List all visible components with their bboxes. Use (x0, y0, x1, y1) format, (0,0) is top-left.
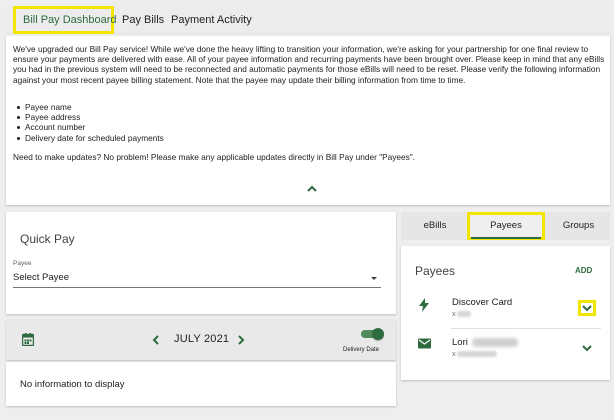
tab-groups[interactable]: Groups (547, 212, 610, 240)
activity-empty-card: No information to display (6, 362, 396, 406)
notice-update-text: Need to make updates? No problem! Please… (13, 152, 416, 162)
quick-pay-card: Quick Pay Payee Select Payee (6, 212, 396, 314)
notice-list-item: Delivery date for scheduled payments (13, 133, 313, 143)
expand-payee-button[interactable] (578, 300, 596, 316)
payees-card: Payees ADD Discover Card x Lori x (401, 246, 610, 380)
quick-pay-title: Quick Pay (20, 232, 75, 246)
payee-name: Lori (452, 337, 518, 348)
payee-item-discover-card[interactable]: Discover Card x (401, 290, 610, 328)
chevron-up-icon[interactable] (306, 184, 318, 194)
tab-pay-bills[interactable]: Pay Bills (122, 6, 164, 34)
expand-payee-button[interactable] (578, 340, 596, 356)
payee-account-masked: x (452, 349, 497, 358)
chevron-down-icon (582, 345, 592, 352)
chevron-left-icon[interactable] (151, 334, 161, 346)
payee-item-lori[interactable]: Lori x (401, 330, 610, 368)
notice-intro-text: We've upgraded our Bill Pay service! Whi… (13, 44, 605, 85)
payee-account-masked: x (452, 309, 471, 318)
payee-divider (451, 328, 601, 329)
notice-list-item: Account number (13, 122, 313, 132)
tab-payees[interactable]: Payees (467, 212, 545, 240)
delivery-date-toggle[interactable] (361, 328, 384, 340)
current-month-label: JULY 2021 (174, 333, 230, 345)
payees-title: Payees (415, 264, 456, 278)
payee-select[interactable]: Select Payee (13, 270, 381, 288)
notice-list-item: Payee address (13, 112, 313, 122)
envelope-icon (418, 338, 431, 350)
calendar-icon[interactable] (22, 333, 34, 346)
active-tab-indicator (471, 237, 541, 239)
chevron-right-icon[interactable] (236, 334, 246, 346)
payee-name: Discover Card (452, 297, 513, 308)
upgrade-notice-card: We've upgraded our Bill Pay service! Whi… (6, 36, 610, 205)
chevron-down-icon (582, 305, 592, 312)
tab-payment-activity[interactable]: Payment Activity (171, 6, 252, 34)
dropdown-arrow-icon (371, 277, 377, 280)
notice-list-item: Payee name (13, 102, 313, 112)
main-tab-bar: Bill Pay Dashboard Pay Bills Payment Act… (6, 6, 610, 34)
calendar-month-bar: JULY 2021 Delivery Date (6, 320, 396, 360)
empty-state-text: No information to display (20, 379, 125, 390)
payee-select-value: Select Payee (13, 272, 69, 283)
tab-ebills[interactable]: eBills (401, 212, 469, 240)
delivery-date-label: Delivery Date (343, 347, 380, 353)
tab-bill-pay-dashboard[interactable]: Bill Pay Dashboard (13, 6, 117, 34)
notice-checklist: Payee name Payee address Account number … (13, 102, 313, 143)
toggle-knob (372, 328, 384, 340)
bolt-icon (418, 298, 430, 312)
payee-field-label: Payee (13, 260, 32, 267)
payee-tab-bar: eBills Payees Groups (401, 212, 610, 240)
add-payee-button[interactable]: ADD (575, 266, 592, 275)
